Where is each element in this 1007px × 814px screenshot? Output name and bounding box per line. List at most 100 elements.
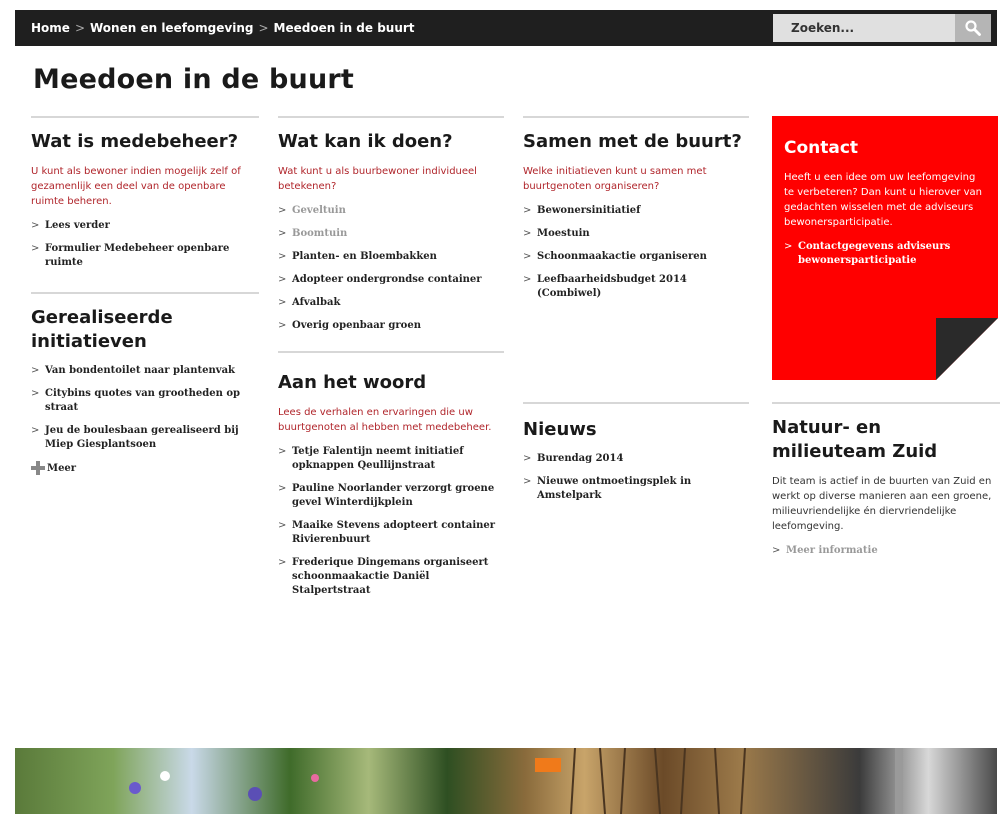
link-bewonersinitiatief[interactable]: Bewonersinitiatief [537,205,640,216]
link-story[interactable]: Tetje Falentijn neemt initiatief opknapp… [292,446,464,471]
section-intro: U kunt als bewoner indien mogelijk zelf … [31,166,241,207]
chevron-right-icon: > [278,520,287,531]
search-input[interactable] [773,14,953,42]
link-moestuin[interactable]: Moestuin [537,228,590,239]
chevron-right-icon: > [784,241,793,252]
list-item: > Van bondentoilet naar plantenvak [31,364,259,378]
list-item: > Pauline Noorlander verzorgt groene geve… [278,482,504,510]
list-item: > Bewonersinitiatief [523,204,749,218]
breadcrumb-separator: > [74,21,85,35]
section-title: Gerealiseerde initiatieven [31,307,173,352]
chevron-right-icon: > [278,446,287,457]
section-title: Wat kan ik doen? [278,131,453,152]
link-boomtuin[interactable]: Boomtuin [292,228,347,239]
list-item: > Burendag 2014 [523,452,749,466]
contact-intro: Heeft u een idee om uw leefomgeving te v… [784,172,983,228]
list-item: > Leefbaarheidsbudget 2014 (Combiwel) [523,273,749,301]
breadcrumb-current: Meedoen in de buurt [273,21,415,35]
list-item: > Planten- en Bloembakken [278,250,504,264]
link-news[interactable]: Burendag 2014 [537,453,623,464]
link-formulier-medebeheer[interactable]: Formulier Medebeheer openbare ruimte [45,243,229,268]
list-item: > Nieuwe ontmoetingsplek in Amstelpark [523,475,749,503]
section-title: Wat is medebeheer? [31,131,239,152]
link-adopteer-container[interactable]: Adopteer ondergrondse container [292,274,482,285]
section-intro: Lees de verhalen en ervaringen die uw bu… [278,407,492,433]
link-list: > Meer informatie [772,544,1000,558]
link-story[interactable]: Frederique Dingemans organiseert schoonm… [292,557,488,596]
chevron-right-icon: > [523,274,532,285]
link-initiatief[interactable]: Jeu de boulesbaan gerealiseerd bij Miep … [45,425,239,450]
divider [772,402,1000,404]
link-overig-groen[interactable]: Overig openbaar groen [292,320,421,331]
banner-photo [15,748,997,814]
list-item: > Formulier Medebeheer openbare ruimte [31,242,259,270]
chevron-right-icon: > [278,205,287,216]
chevron-right-icon: > [278,274,287,285]
link-meer-informatie[interactable]: Meer informatie [786,545,878,556]
list-item: > Boomtuin [278,227,504,241]
link-leefbaarheidsbudget[interactable]: Leefbaarheidsbudget 2014 (Combiwel) [537,274,687,299]
breadcrumb-home[interactable]: Home [31,21,70,35]
link-schoonmaakactie[interactable]: Schoonmaakactie organiseren [537,251,707,262]
breadcrumb: Home > Wonen en leefomgeving > Meedoen in de… [31,10,415,46]
breadcrumb-separator: > [258,21,269,35]
plants-image [129,748,903,814]
link-list: > Contactgegevens adviseurs bewonersparti… [784,240,984,268]
chevron-right-icon: > [523,476,532,487]
section-title: Samen met de buurt? [523,131,742,152]
list-item: > Afvalbak [278,296,504,310]
link-afvalbak[interactable]: Afvalbak [292,297,340,308]
link-story[interactable]: Maaike Stevens adopteert container Rivie… [292,520,495,545]
link-contactgegevens[interactable]: Contactgegevens adviseurs bewonerspartic… [798,241,950,266]
list-item: > Citybins quotes van grootheden op straa… [31,387,259,415]
chevron-right-icon: > [278,557,287,568]
chevron-right-icon: > [278,297,287,308]
section-title: Natuur- en milieuteam Zuid [772,417,938,462]
chevron-right-icon: > [278,320,287,331]
section-intro: Dit team is actief in de buurten van Zui… [772,476,992,532]
list-item: > Tetje Falentijn neemt initiatief opknap… [278,445,504,473]
link-list: > Bewonersinitiatief > Moestuin > Schoonmaa… [523,204,749,301]
link-planten-bloembakken[interactable]: Planten- en Bloembakken [292,251,437,262]
link-list: > Burendag 2014 > Nieuwe ontmoetingsplek i… [523,452,749,503]
link-list: > Tetje Falentijn neemt initiatief opknap… [278,445,504,598]
chevron-right-icon: > [278,251,287,262]
chevron-right-icon: > [523,205,532,216]
link-initiatief[interactable]: Citybins quotes van grootheden op straat [45,388,240,413]
plus-icon [31,461,45,475]
link-geveltuin[interactable]: Geveltuin [292,205,346,216]
more-link[interactable]: Meer [31,461,259,475]
column-nieuws: Nieuws > Burendag 2014 > Nieuwe ontmoeting… [523,402,749,512]
chevron-right-icon: > [31,243,40,254]
link-news[interactable]: Nieuwe ontmoetingsplek in Amstelpark [537,476,691,501]
contact-title: Contact [784,138,859,158]
contact-box: Contact Heeft u een idee om uw leefomgev… [772,116,998,380]
list-item: > Frederique Dingemans organiseert schoon… [278,556,504,598]
section-title: Nieuws [523,419,597,440]
section-title: Aan het woord [278,372,427,393]
divider [31,116,259,118]
chevron-right-icon: > [278,228,287,239]
page-title: Meedoen in de buurt [33,64,355,95]
list-item: > Meer informatie [772,544,1000,558]
divider [278,351,504,353]
list-item: > Jeu de boulesbaan gerealiseerd bij Miep… [31,424,259,452]
chevron-right-icon: > [31,425,40,436]
section-intro: Wat kunt u als buurbewoner individueel b… [278,166,477,192]
chevron-right-icon: > [31,388,40,399]
column-natuur-milieuteam: Natuur- en milieuteam Zuid Dit team is a… [772,402,1000,567]
column-wat-kan-ik-doen: Wat kan ik doen? Wat kunt u als buurbewo… [278,116,504,607]
list-item: > Adopteer ondergrondse container [278,273,504,287]
link-list: > Geveltuin > Boomtuin > Planten- en Bloemb… [278,204,504,333]
list-item: > Schoonmaakactie organiseren [523,250,749,264]
top-bar: Home > Wonen en leefomgeving > Meedoen in de… [15,10,997,46]
list-item: > Lees verder [31,219,259,233]
search-button[interactable] [955,14,991,42]
breadcrumb-wonen[interactable]: Wonen en leefomgeving [90,21,253,35]
link-initiatief[interactable]: Van bondentoilet naar plantenvak [45,365,235,376]
link-list: > Van bondentoilet naar plantenvak > Cityb… [31,364,259,452]
link-list: > Lees verder > Formulier Medebeheer openb… [31,219,259,270]
link-lees-verder[interactable]: Lees verder [45,220,110,231]
link-story[interactable]: Pauline Noorlander verzorgt groene gevel… [292,483,494,508]
list-item: > Geveltuin [278,204,504,218]
